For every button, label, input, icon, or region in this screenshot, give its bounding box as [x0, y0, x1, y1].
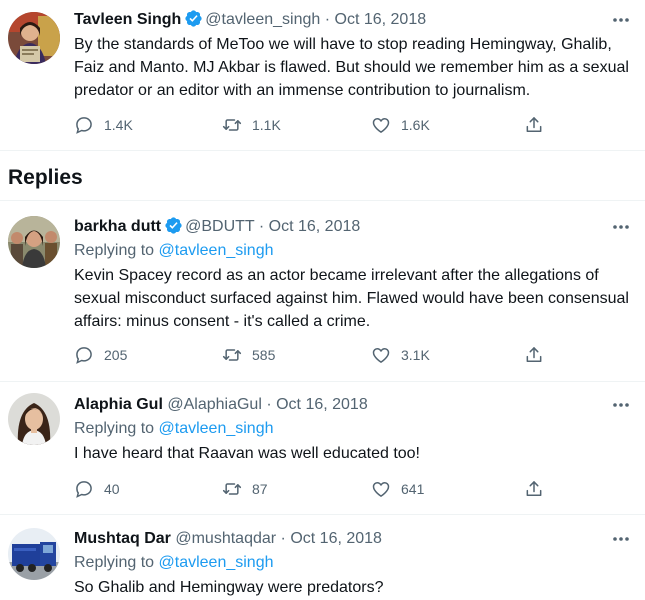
more-options-icon[interactable] — [611, 395, 631, 415]
replying-to-label: Replying to — [74, 420, 155, 437]
like-icon — [372, 481, 390, 497]
reply-icon — [76, 347, 92, 364]
retweet-icon — [222, 483, 242, 495]
like-button[interactable]: 641 — [371, 478, 424, 500]
reply-tweet[interactable]: Mushtaq Dar @mushtaqdar · Oct 16, 2018 R… — [0, 514, 645, 600]
dot-separator: · — [280, 530, 286, 547]
divider — [0, 150, 645, 151]
author-name[interactable]: Alaphia Gul — [74, 396, 163, 413]
more-options-icon[interactable] — [611, 10, 631, 30]
retweet-button[interactable]: 1.1K — [222, 114, 281, 136]
retweet-icon — [222, 119, 242, 131]
author-name[interactable]: Tavleen Singh — [74, 11, 181, 28]
reply-count: 40 — [104, 481, 120, 497]
reply-icon — [76, 117, 92, 134]
like-icon — [372, 117, 390, 133]
reply-tweet[interactable]: Alaphia Gul @AlaphiaGul · Oct 16, 2018 R… — [0, 381, 645, 514]
mention-link[interactable]: @tavleen_singh — [159, 554, 274, 571]
reply-count: 1.4K — [104, 117, 133, 133]
tweet-header: Tavleen Singh @tavleen_singh · Oct 16, 20… — [74, 9, 426, 31]
tweet-actions: 205 585 3.1K — [74, 344, 549, 366]
share-button[interactable] — [524, 478, 544, 500]
tweet-date[interactable]: Oct 16, 2018 — [276, 396, 368, 413]
reply-icon — [76, 481, 92, 498]
main-tweet[interactable]: Tavleen Singh @tavleen_singh · Oct 16, 20… — [0, 0, 645, 150]
like-count: 641 — [401, 481, 425, 497]
dot-separator: · — [324, 11, 331, 28]
author-name[interactable]: Mushtaq Dar — [74, 530, 171, 547]
share-button[interactable] — [524, 344, 544, 366]
tweet-text: By the standards of MeToo we will have t… — [74, 36, 629, 99]
tweet-header: Mushtaq Dar @mushtaqdar · Oct 16, 2018 — [74, 528, 382, 550]
avatar-barkha-dutt[interactable] — [8, 216, 60, 268]
replying-to-label: Replying to — [74, 242, 155, 259]
more-options-icon[interactable] — [611, 217, 631, 237]
author-handle[interactable]: @BDUTT — [185, 218, 254, 235]
tweet-actions: 40 87 641 — [74, 478, 549, 500]
tweet-text: I have heard that Raavan was well educat… — [74, 445, 420, 462]
reply-button[interactable]: 40 — [74, 478, 120, 500]
avatar-tavleen-singh[interactable] — [8, 12, 60, 64]
retweet-count: 87 — [252, 481, 268, 497]
reply-count: 205 — [104, 347, 128, 363]
share-button[interactable] — [524, 114, 544, 136]
author-handle[interactable]: @tavleen_singh — [205, 11, 320, 28]
replying-to-label: Replying to — [74, 554, 155, 571]
author-handle[interactable]: @AlaphiaGul — [167, 396, 262, 413]
like-count: 3.1K — [401, 347, 430, 363]
like-button[interactable]: 3.1K — [371, 344, 430, 366]
retweet-button[interactable]: 585 — [222, 344, 275, 366]
mention-link[interactable]: @tavleen_singh — [159, 242, 274, 259]
retweet-count: 585 — [252, 347, 276, 363]
tweet-header: Alaphia Gul @AlaphiaGul · Oct 16, 2018 — [74, 394, 368, 416]
retweet-button[interactable]: 87 — [222, 478, 268, 500]
verified-badge-icon — [165, 217, 182, 234]
like-count: 1.6K — [401, 117, 430, 133]
tweet-header: barkha dutt @BDUTT · Oct 16, 2018 — [74, 216, 360, 238]
tweet-text: So Ghalib and Hemingway were predators? — [74, 579, 384, 596]
like-icon — [372, 347, 390, 363]
dot-separator: · — [266, 396, 272, 413]
tweet-date[interactable]: Oct 16, 2018 — [269, 218, 361, 235]
retweet-icon — [222, 349, 242, 361]
replying-to: Replying to @tavleen_singh — [74, 418, 273, 440]
replying-to: Replying to @tavleen_singh — [74, 240, 273, 262]
share-icon — [526, 481, 542, 496]
author-name[interactable]: barkha dutt — [74, 218, 161, 235]
replies-heading: Replies — [8, 166, 83, 189]
tweet-actions: 1.4K 1.1K 1.6K — [74, 114, 549, 136]
avatar-alaphia-gul[interactable] — [8, 393, 60, 445]
reply-button[interactable]: 205 — [74, 344, 127, 366]
reply-tweet[interactable]: barkha dutt @BDUTT · Oct 16, 2018 Replyin… — [0, 200, 645, 380]
tweet-text: Kevin Spacey record as an actor became i… — [74, 267, 629, 330]
share-icon — [526, 347, 542, 362]
more-options-icon[interactable] — [611, 529, 631, 549]
tweet-date[interactable]: Oct 16, 2018 — [335, 11, 427, 28]
tweet-date[interactable]: Oct 16, 2018 — [290, 530, 382, 547]
share-icon — [526, 117, 542, 132]
dot-separator: · — [258, 218, 265, 235]
reply-button[interactable]: 1.4K — [74, 114, 133, 136]
avatar-mushtaq-dar[interactable] — [8, 528, 60, 580]
author-handle[interactable]: @mushtaqdar — [175, 530, 276, 547]
mention-link[interactable]: @tavleen_singh — [159, 420, 274, 437]
verified-badge-icon — [185, 10, 202, 27]
retweet-count: 1.1K — [252, 117, 281, 133]
replying-to: Replying to @tavleen_singh — [74, 552, 273, 574]
like-button[interactable]: 1.6K — [371, 114, 430, 136]
